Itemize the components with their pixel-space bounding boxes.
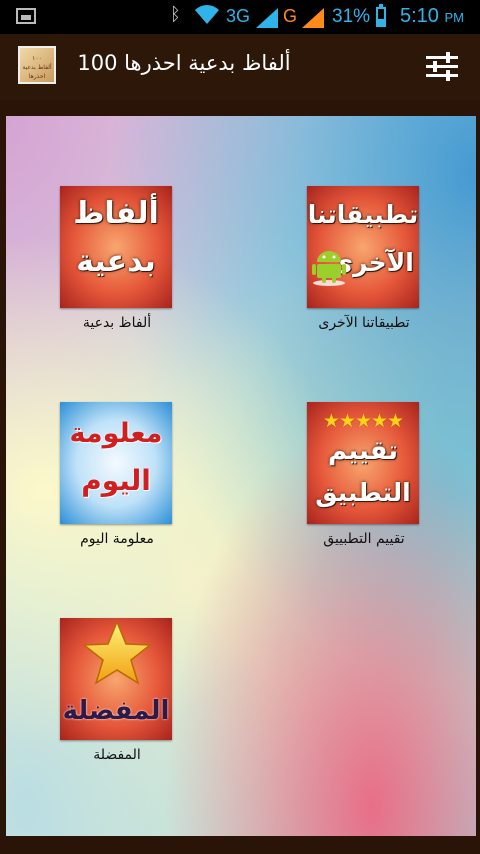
tile-label: تطبيقاتنا الآخرى: [318, 315, 410, 331]
tile-other-apps[interactable]: تطبيقاتنا الآخرى تطبيقاتنا الآخرى: [307, 186, 421, 331]
app-logo-icon[interactable]: ١٠٠ ألفاظ بدعية احذرها: [18, 46, 56, 84]
android-icon: [312, 251, 346, 286]
app-title: 100 ألفاظ بدعية احذرها: [77, 51, 291, 75]
tile-favorites[interactable]: المفضلة المفضلة: [60, 618, 174, 763]
image-notification-icon: [16, 8, 36, 24]
favorites-image: المفضلة: [60, 618, 172, 740]
five-stars-icon: ★★★★★: [322, 410, 404, 432]
tile-bid-words[interactable]: ألفاظ بدعية ألفاظ بدعية: [60, 186, 174, 331]
daily-info-image: معلومة اليوم: [60, 402, 172, 524]
action-bar: ١٠٠ ألفاظ بدعية احذرها 100 ألفاظ بدعية احذ…: [0, 34, 480, 100]
status-bar: ᛒ 3G G 31% 5:10 PM: [0, 0, 480, 34]
signal-strength-icon: [256, 8, 278, 32]
clock: 5:10 PM: [400, 5, 464, 27]
tile-label: ألفاظ بدعية: [82, 315, 152, 331]
tile-label: تقييم التطبييق: [323, 531, 405, 547]
battery-percentage: 31%: [332, 6, 371, 27]
settings-button[interactable]: [424, 50, 460, 84]
other-apps-image: تطبيقاتنا الآخرى: [307, 186, 419, 308]
sliders-icon: [426, 52, 458, 81]
battery-icon: [376, 4, 386, 27]
tile-daily-info[interactable]: معلومة اليوم معلومة اليوم: [60, 402, 174, 547]
bluetooth-icon: ᛒ: [170, 4, 181, 25]
signal-strength-icon: [302, 8, 324, 32]
bid-words-image: ألفاظ بدعية: [60, 186, 172, 308]
tile-rate-app[interactable]: ★★★★★ تقييم التطبيق تقييم التطبييق: [307, 402, 421, 547]
star-icon: [82, 620, 152, 685]
tile-label: معلومة اليوم: [80, 531, 154, 547]
network-g-indicator: G: [283, 6, 298, 26]
tile-label: المفضلة: [93, 747, 141, 763]
rate-app-image: ★★★★★ تقييم التطبيق: [307, 402, 419, 524]
network-3g-indicator: 3G: [226, 6, 251, 26]
main-grid: تطبيقاتنا الآخرى تطبيقاتنا الآخرى ألفاظ …: [6, 116, 476, 836]
wifi-icon: [194, 2, 220, 30]
